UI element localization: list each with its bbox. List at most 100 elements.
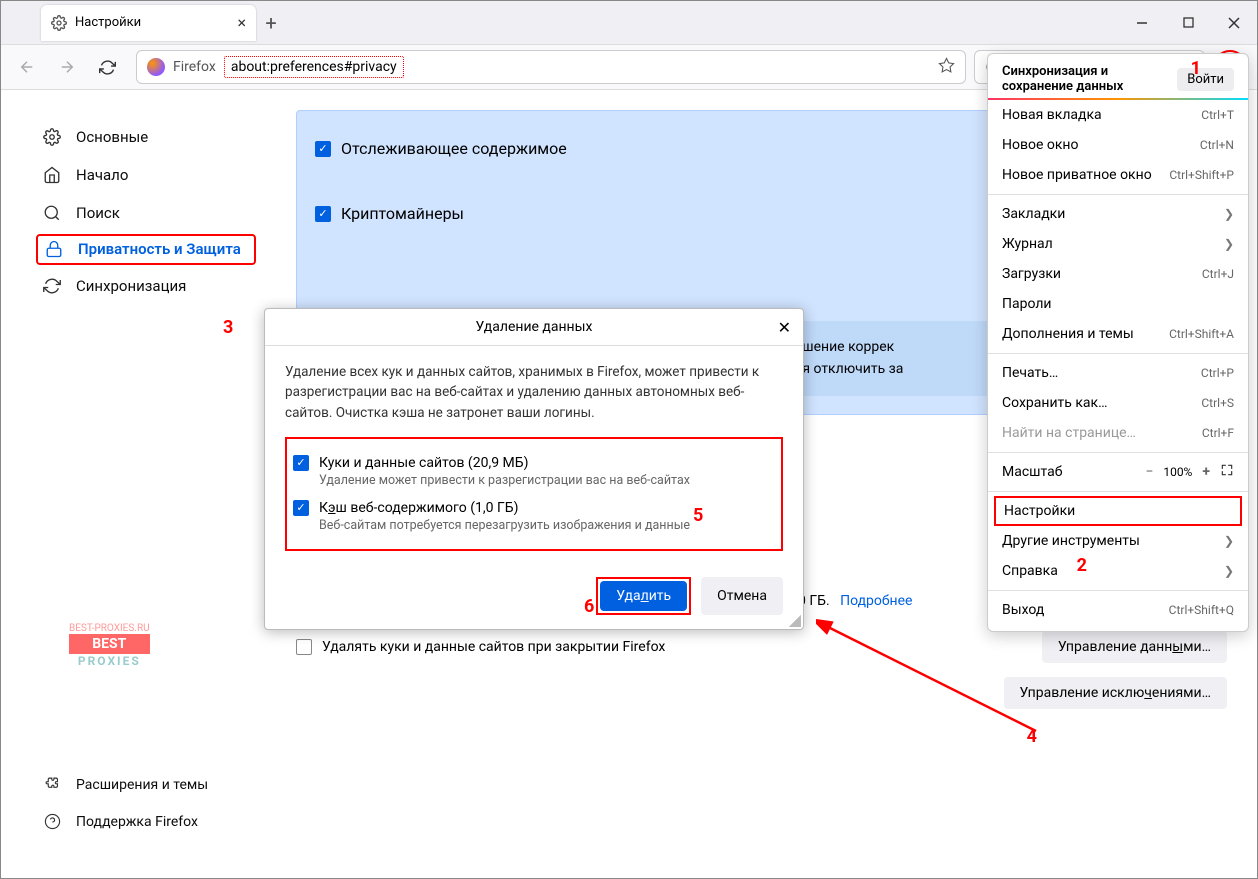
url-bar[interactable]: Firefox about:preferences#privacy — [136, 50, 966, 84]
checkbox-checked-icon: ✓ — [293, 455, 309, 471]
identity-label: Firefox — [173, 59, 216, 75]
close-window-button[interactable] — [1211, 5, 1257, 41]
sync-icon — [42, 277, 62, 295]
checkbox-checked-icon: ✓ — [315, 206, 331, 222]
sidebar-label: Расширения и темы — [76, 777, 208, 793]
menu-separator — [988, 590, 1248, 591]
gear-icon — [51, 15, 67, 31]
reload-button[interactable] — [91, 51, 123, 83]
titlebar: Настройки × + — [1, 1, 1257, 45]
dialog-header: Удаление данных ✕ — [265, 309, 803, 346]
menu-new-tab[interactable]: Новая вкладкаCtrl+T — [988, 100, 1248, 130]
clear-data-dialog: Удаление данных ✕ Удаление всех кук и да… — [264, 308, 804, 630]
cookies-autodelete-row: Удалять куки и данные сайтов при закрыти… — [296, 631, 1227, 663]
search-icon — [42, 204, 62, 222]
manage-data-button[interactable]: Управление данными… — [1042, 631, 1227, 663]
manage-exceptions-button[interactable]: Управление исключениями… — [1004, 677, 1227, 709]
help-icon — [42, 813, 62, 830]
annotation-3: 3 — [223, 317, 233, 338]
menu-separator — [988, 353, 1248, 354]
annotation-2: 2 — [1077, 555, 1087, 576]
sidebar-item-search[interactable]: Поиск — [36, 196, 256, 230]
checkbox-checked-icon: ✓ — [315, 141, 331, 157]
menu-new-window[interactable]: Новое окноCtrl+N — [988, 130, 1248, 160]
annotation-1: 1 — [1191, 58, 1201, 79]
new-tab-button[interactable]: + — [256, 11, 286, 35]
cookies-exceptions-row: Управление исключениями… — [296, 677, 1227, 709]
menu-bookmarks[interactable]: Закладки❯ — [988, 199, 1248, 229]
back-button[interactable] — [11, 51, 43, 83]
sidebar-item-privacy[interactable]: Приватность и Защита — [36, 234, 256, 265]
option-sublabel: Удаление может привести к разрегистрации… — [319, 473, 690, 488]
forward-button[interactable] — [51, 51, 83, 83]
dialog-cancel-button[interactable]: Отмена — [701, 577, 783, 615]
sidebar-item-home[interactable]: Начало — [36, 158, 256, 192]
sidebar-label: Приватность и Защита — [78, 240, 241, 259]
menu-save-as[interactable]: Сохранить как…Ctrl+S — [988, 388, 1248, 418]
browser-tab[interactable]: Настройки × — [41, 5, 256, 41]
tab-close-icon[interactable]: × — [237, 13, 246, 32]
checkbox-unchecked-icon[interactable] — [296, 639, 312, 655]
sidebar-item-sync[interactable]: Синхронизация — [36, 269, 256, 303]
dialog-checkbox-group: ✓ Куки и данные сайтов (20,9 МБ) Удалени… — [285, 437, 783, 551]
bookmark-star-icon[interactable] — [938, 57, 955, 78]
option-sublabel: Веб-сайтам потребуется перезагрузить изо… — [319, 518, 690, 533]
tab-title: Настройки — [75, 15, 141, 30]
home-icon — [42, 166, 62, 184]
minimize-button[interactable] — [1119, 5, 1165, 41]
menu-separator — [988, 452, 1248, 453]
menu-print[interactable]: Печать…Ctrl+P — [988, 358, 1248, 388]
option-label: Куки и данные сайтов (20,9 МБ) — [319, 455, 690, 471]
option-label: Отслеживающее содержимое — [341, 139, 567, 158]
fullscreen-icon[interactable] — [1220, 463, 1234, 481]
dialog-clear-button[interactable]: Удалить — [600, 581, 687, 611]
sidebar-label: Поиск — [76, 204, 120, 222]
autodelete-label: Удалять куки и данные сайтов при закрыти… — [322, 639, 665, 655]
menu-zoom: Масштаб − 100% + — [988, 457, 1248, 487]
settings-sidebar: Основные Начало Поиск Приватность и Защи… — [1, 90, 266, 878]
menu-sync-label: Синхронизация и сохранение данных — [1002, 64, 1167, 94]
menu-find: Найти на странице…Ctrl+F — [988, 418, 1248, 448]
window-controls — [1119, 5, 1257, 41]
menu-sync-row[interactable]: Синхронизация и сохранение данных Войти — [988, 60, 1248, 98]
menu-addons[interactable]: Дополнения и темыCtrl+Shift+A — [988, 319, 1248, 349]
dialog-footer: Удалить Отмена — [265, 567, 803, 629]
puzzle-icon — [42, 776, 62, 793]
menu-passwords[interactable]: Пароли — [988, 289, 1248, 319]
menu-history[interactable]: Журнал❯ — [988, 229, 1248, 259]
sidebar-support[interactable]: Поддержка Firefox — [36, 805, 256, 838]
zoom-label: Масштаб — [1002, 464, 1062, 480]
menu-new-private[interactable]: Новое приватное окноCtrl+Shift+P — [988, 160, 1248, 190]
lock-icon — [44, 240, 64, 258]
zoom-in-button[interactable]: + — [1202, 464, 1210, 480]
url-text: about:preferences#privacy — [224, 56, 404, 78]
watermark: BEST-PROXIES.RU BEST PROXIES — [69, 623, 150, 668]
sidebar-extensions[interactable]: Расширения и темы — [36, 768, 256, 801]
menu-downloads[interactable]: ЗагрузкиCtrl+J — [988, 259, 1248, 289]
dialog-cookies-option[interactable]: ✓ Куки и данные сайтов (20,9 МБ) Удалени… — [293, 449, 775, 494]
annotation-6: 6 — [584, 596, 594, 617]
dialog-close-icon[interactable]: ✕ — [778, 318, 791, 337]
option-label: Криптомайнеры — [341, 204, 464, 223]
checkbox-checked-icon: ✓ — [293, 500, 309, 516]
annotation-5: 5 — [693, 505, 703, 526]
firefox-logo-icon — [147, 58, 165, 76]
dialog-title: Удаление данных — [476, 319, 593, 335]
sidebar-label: Начало — [76, 166, 128, 184]
dialog-body: Удаление всех кук и данных сайтов, храни… — [265, 346, 803, 567]
sidebar-label: Основные — [76, 128, 148, 146]
menu-more-tools[interactable]: Другие инструменты❯ — [988, 526, 1248, 556]
menu-help[interactable]: Справка❯ — [988, 556, 1248, 586]
zoom-out-button[interactable]: − — [1145, 464, 1153, 480]
menu-exit[interactable]: ВыходCtrl+Shift+Q — [988, 595, 1248, 625]
maximize-button[interactable] — [1165, 5, 1211, 41]
menu-login-button[interactable]: Войти — [1177, 68, 1234, 91]
zoom-value: 100% — [1163, 465, 1192, 479]
menu-settings[interactable]: Настройки — [994, 496, 1242, 526]
resize-grip[interactable] — [789, 615, 801, 627]
app-menu-dropdown: Синхронизация и сохранение данных Войти … — [987, 53, 1249, 632]
learn-more-link[interactable]: Подробнее — [840, 593, 912, 609]
sidebar-item-general[interactable]: Основные — [36, 120, 256, 154]
gear-icon — [42, 128, 62, 146]
sidebar-label: Поддержка Firefox — [76, 814, 198, 830]
